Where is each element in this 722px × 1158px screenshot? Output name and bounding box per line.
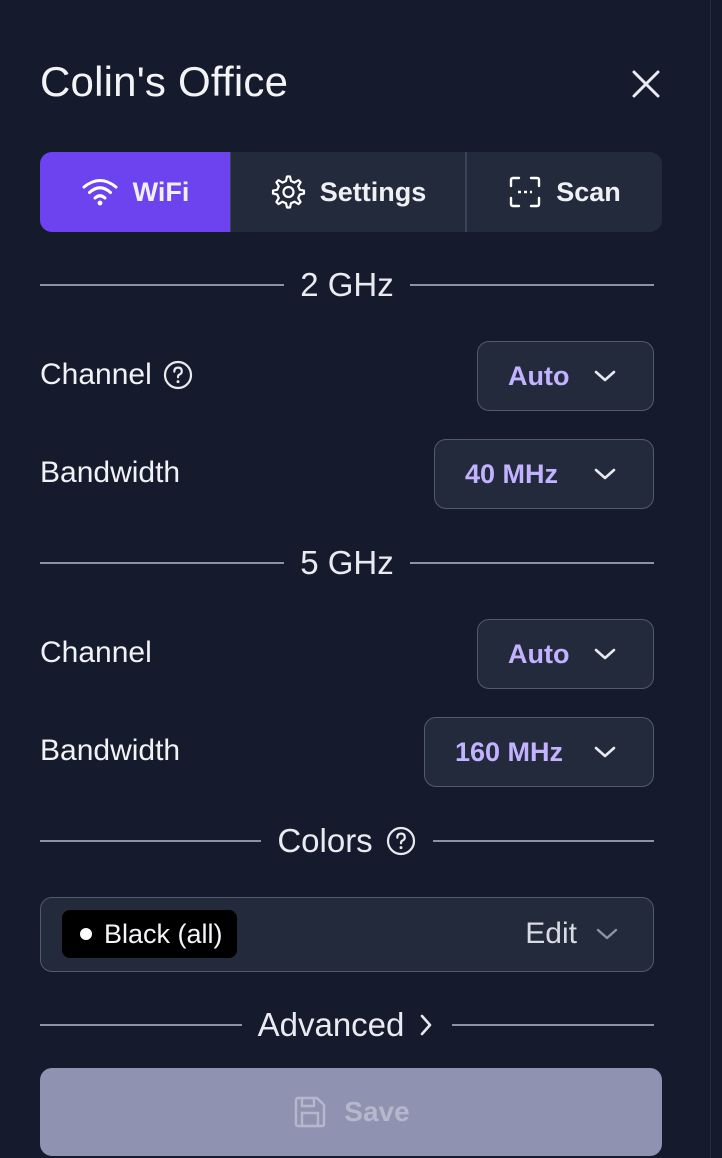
tab-settings[interactable]: Settings: [230, 152, 467, 232]
channel-select-5ghz[interactable]: Auto: [477, 619, 654, 689]
advanced-label: Advanced: [257, 1006, 405, 1043]
channel-value-5ghz: Auto: [508, 638, 570, 669]
channel-row-2ghz: Channel: [40, 358, 194, 392]
chevron-down-icon: [594, 648, 616, 660]
section-heading-5ghz: 5 GHz: [300, 544, 394, 581]
tab-bar: WiFi Settings Scan: [40, 152, 662, 232]
section-divider-2ghz: 2 GHz: [40, 266, 654, 304]
channel-label-5ghz: Channel: [40, 636, 152, 669]
color-chip-label: Black (all): [104, 918, 223, 949]
wifi-settings-panel: Colin's Office WiFi Settings Scan 2 GHz …: [0, 0, 711, 1158]
edit-label: Edit: [525, 917, 577, 950]
chevron-down-icon: [596, 928, 618, 940]
tab-settings-label: Settings: [319, 176, 427, 207]
close-button[interactable]: [626, 64, 666, 104]
tab-wifi[interactable]: WiFi: [40, 152, 230, 232]
help-icon[interactable]: [162, 359, 194, 391]
channel-label-2ghz: Channel: [40, 358, 152, 391]
bandwidth-select-2ghz[interactable]: 40 MHz: [434, 439, 654, 509]
bandwidth-label-2ghz: Bandwidth: [40, 456, 181, 489]
tab-scan-label: Scan: [556, 176, 621, 207]
channel-row-5ghz: Channel: [40, 636, 152, 670]
section-divider-colors: Colors: [40, 822, 655, 860]
wifi-icon: [82, 179, 118, 206]
page-title: Colin's Office: [40, 58, 289, 105]
save-icon: [295, 1096, 326, 1128]
tab-wifi-label: WiFi: [132, 176, 190, 207]
colors-selector: Black (all) Edit: [40, 897, 654, 972]
bandwidth-value-5ghz: 160 MHz: [455, 736, 564, 767]
color-dot: [80, 928, 92, 940]
channel-value-2ghz: Auto: [508, 360, 570, 391]
chevron-down-icon: [594, 468, 616, 480]
channel-select-2ghz[interactable]: Auto: [477, 341, 654, 411]
section-divider-5ghz: 5 GHz: [40, 544, 654, 582]
edit-colors-button[interactable]: Edit: [525, 898, 619, 970]
chevron-right-icon: [421, 1014, 432, 1036]
bandwidth-value-2ghz: 40 MHz: [465, 458, 559, 489]
close-icon: [632, 70, 660, 98]
advanced-toggle[interactable]: Advanced: [258, 1006, 437, 1044]
section-heading-2ghz: 2 GHz: [300, 266, 394, 303]
gear-icon: [271, 175, 305, 209]
chevron-down-icon: [594, 370, 616, 382]
save-button[interactable]: Save: [40, 1068, 662, 1156]
bandwidth-select-5ghz[interactable]: 160 MHz: [424, 717, 654, 787]
color-chip[interactable]: Black (all): [62, 910, 237, 958]
tab-scan[interactable]: Scan: [467, 152, 662, 232]
bandwidth-row-5ghz: Bandwidth: [40, 734, 180, 768]
help-icon[interactable]: [385, 825, 417, 857]
bandwidth-label-5ghz: Bandwidth: [40, 734, 181, 767]
section-heading-colors: Colors: [277, 822, 373, 859]
chevron-down-icon: [594, 746, 616, 758]
section-divider-advanced: Advanced: [40, 1006, 654, 1044]
scan-icon: [510, 176, 541, 208]
save-label: Save: [344, 1096, 410, 1127]
bandwidth-row-2ghz: Bandwidth: [40, 456, 180, 490]
